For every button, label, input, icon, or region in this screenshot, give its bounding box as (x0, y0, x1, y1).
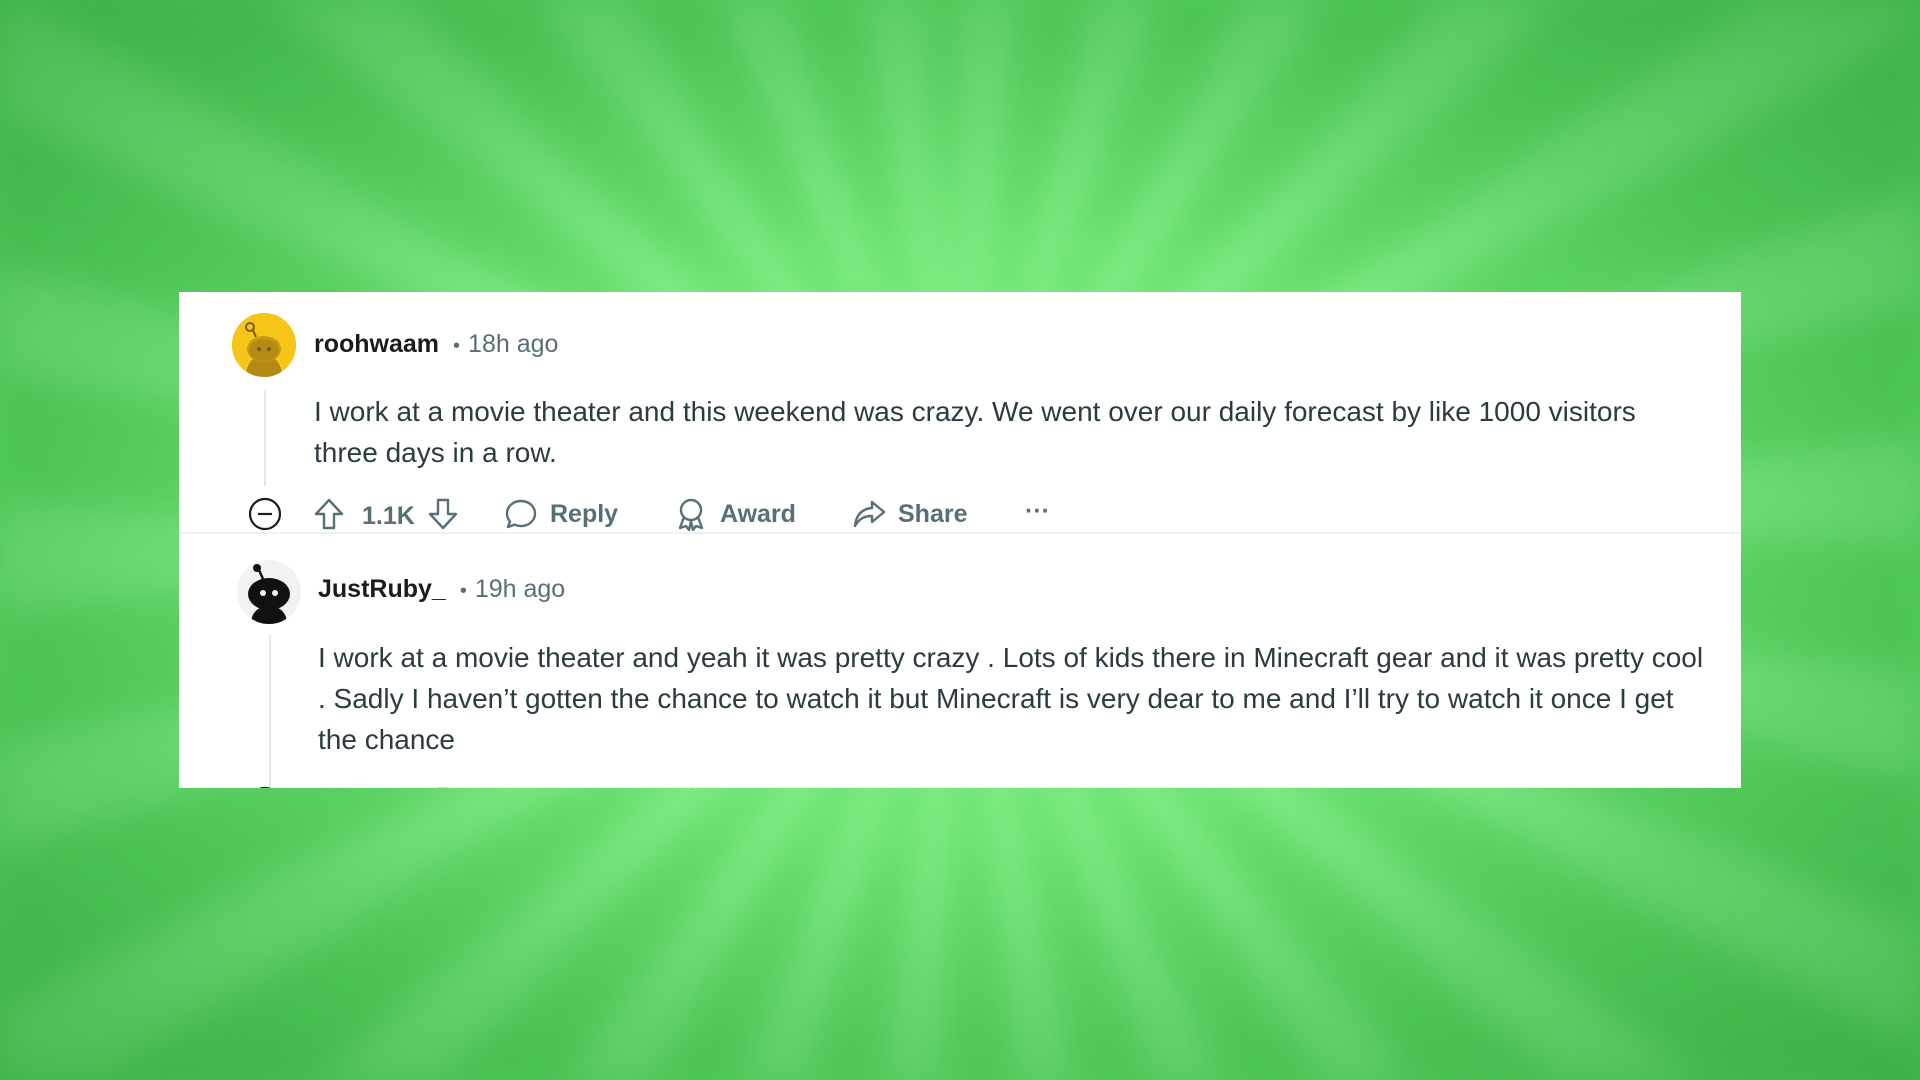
comments-card: roohwaam • 18h ago I work at a movie theat… (179, 292, 1741, 788)
thread-line[interactable] (269, 635, 271, 788)
ellipsis-icon: ··· (1025, 497, 1050, 525)
comment-meta: roohwaam • 18h ago (314, 330, 558, 359)
more-options-button[interactable]: ··· (1025, 497, 1050, 526)
separator-dot: • (453, 335, 461, 357)
snoo-avatar-icon (237, 560, 301, 624)
award-ribbon-icon (678, 498, 704, 531)
vote-score: 1.1K (362, 502, 415, 530)
minus-circle-icon (248, 497, 282, 531)
collapse-button[interactable] (248, 497, 282, 531)
speech-bubble-icon (505, 499, 537, 529)
award-ribbon-icon (688, 787, 694, 788)
reply-label: Reply (550, 499, 619, 528)
comment-meta: JustRuby_ • 19h ago (318, 575, 565, 604)
award-button[interactable] (674, 786, 708, 788)
timestamp[interactable]: 18h ago (468, 330, 558, 358)
minus-circle-icon (259, 786, 271, 788)
upvote-button[interactable] (313, 786, 345, 788)
award-label: Award (720, 499, 796, 528)
comment: roohwaam • 18h ago I work at a movie theat… (179, 292, 1741, 533)
username[interactable]: JustRuby_ (318, 575, 446, 603)
award-button[interactable]: Award (674, 497, 796, 531)
snoo-avatar-icon (232, 313, 296, 377)
speech-bubble-icon (504, 786, 538, 788)
thread-line[interactable] (264, 390, 266, 486)
share-arrow-icon (853, 500, 886, 528)
reply-button[interactable] (504, 786, 538, 788)
share-button[interactable]: Share (852, 497, 967, 531)
separator-dot: • (459, 580, 467, 602)
comment-divider (179, 532, 1741, 534)
collapse-button[interactable] (248, 786, 282, 788)
comment-body: I work at a movie theater and yeah it wa… (318, 642, 1704, 755)
downvote-button[interactable] (427, 786, 459, 788)
comment-actions (179, 775, 1741, 788)
comment: JustRuby_ • 19h ago I work at a movie thea… (179, 535, 1741, 788)
reply-button[interactable]: Reply (504, 497, 618, 531)
arrow-up-icon (328, 787, 330, 788)
arrow-down-icon (437, 787, 449, 788)
timestamp[interactable]: 19h ago (475, 575, 565, 603)
share-arrow-icon (852, 786, 886, 788)
avatar[interactable] (237, 560, 301, 624)
share-button[interactable] (852, 786, 886, 788)
share-label: Share (898, 499, 968, 528)
arrow-up-icon (314, 498, 344, 530)
comment-body: I work at a movie theater and this weeke… (314, 396, 1636, 468)
arrow-down-icon (428, 498, 458, 530)
downvote-button[interactable] (427, 497, 459, 531)
avatar[interactable] (232, 313, 296, 377)
upvote-button[interactable] (313, 497, 345, 531)
username[interactable]: roohwaam (314, 330, 439, 358)
